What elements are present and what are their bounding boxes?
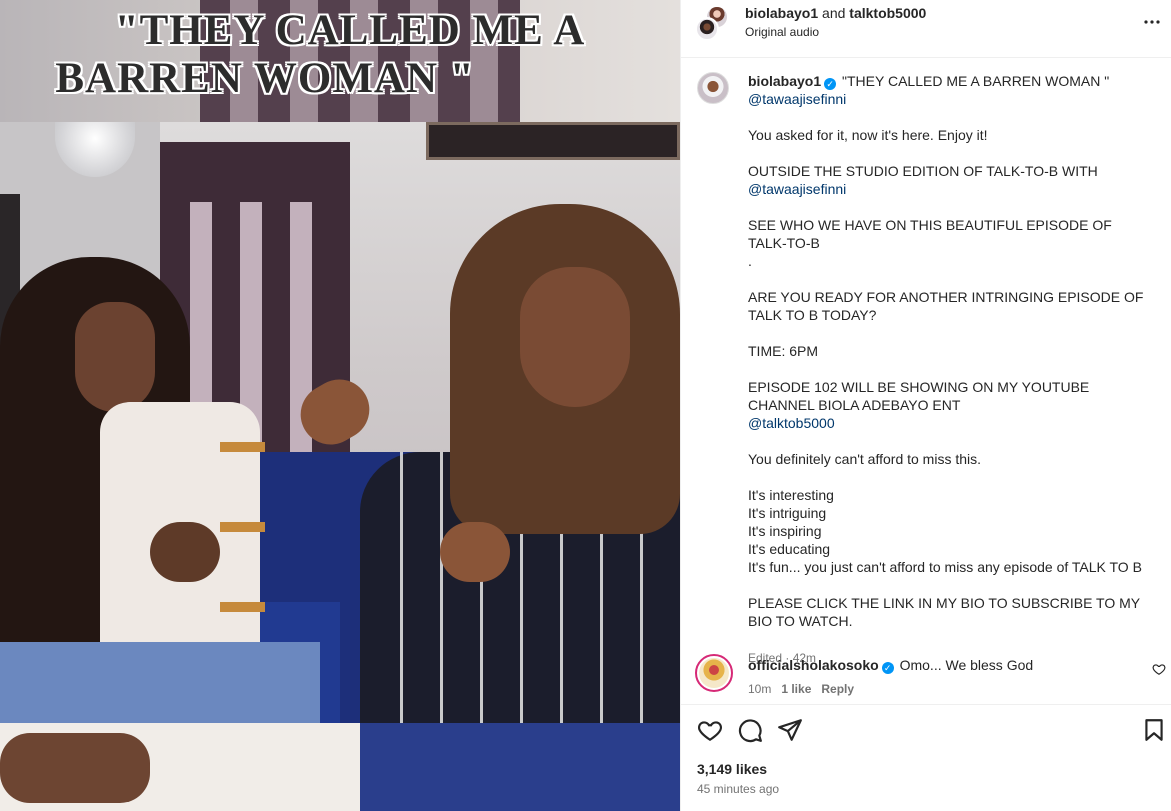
media-bottom-strip bbox=[0, 723, 680, 811]
caption-paragraph: EPISODE 102 WILL BE SHOWING ON MY YOUTUB… bbox=[748, 379, 1094, 413]
username-link[interactable]: talktob5000 bbox=[849, 5, 926, 21]
heart-icon[interactable] bbox=[697, 717, 723, 743]
audio-link[interactable]: Original audio bbox=[745, 25, 819, 39]
collab-avatars[interactable] bbox=[695, 5, 731, 41]
caption-paragraph: You definitely can't afford to miss this… bbox=[748, 451, 982, 467]
video-frame bbox=[0, 122, 680, 723]
username-link[interactable]: officialsholakosoko bbox=[748, 657, 879, 673]
caption-paragraph: ARE YOU READY FOR ANOTHER INTRINGING EPI… bbox=[748, 289, 1148, 323]
caption-title: "THEY CALLED ME A BARREN WOMAN " bbox=[842, 73, 1110, 89]
caption-paragraph: PLEASE CLICK THE LINK IN MY BIO TO SUBSC… bbox=[748, 595, 1144, 629]
media-caption-line1: "THEY CALLED ME A bbox=[114, 7, 586, 54]
username-link[interactable]: biolabayo1 bbox=[745, 5, 818, 21]
avatar[interactable] bbox=[695, 654, 733, 692]
post-header: biolabayo1 and talktob5000 Original audi… bbox=[681, 0, 1171, 58]
reply-button[interactable]: Reply bbox=[821, 682, 854, 696]
action-bar: 3,149 likes 45 minutes ago bbox=[681, 704, 1171, 811]
media-caption-line2: BARREN WOMAN " bbox=[55, 55, 475, 102]
wall-picture bbox=[426, 122, 680, 160]
caption-text: biolabayo1 ✓ "THEY CALLED ME A BARREN WOM… bbox=[748, 72, 1148, 667]
post-comments-area[interactable]: biolabayo1 ✓ "THEY CALLED ME A BARREN WOM… bbox=[681, 58, 1171, 704]
caption-paragraph: You asked for it, now it's here. Enjoy i… bbox=[748, 127, 988, 143]
comment-meta: 10m 1 like Reply bbox=[748, 682, 854, 696]
comment-time: 10m bbox=[748, 682, 772, 696]
username-link[interactable]: biolabayo1 bbox=[748, 73, 821, 89]
caption-paragraph: OUTSIDE THE STUDIO EDITION OF TALK-TO-B … bbox=[748, 163, 1098, 179]
comment-icon[interactable] bbox=[737, 717, 763, 743]
comment-like-icon[interactable] bbox=[1152, 662, 1166, 676]
bookmark-icon[interactable] bbox=[1141, 717, 1167, 743]
mention-link[interactable]: @tawaajisefinni bbox=[748, 91, 846, 107]
comment-text: officialsholakosoko ✓ Omo... We bless God bbox=[748, 657, 1034, 674]
mention-link[interactable]: @talktob5000 bbox=[748, 415, 835, 431]
post-timestamp[interactable]: 45 minutes ago bbox=[697, 782, 779, 796]
collab-usernames: biolabayo1 and talktob5000 bbox=[745, 5, 927, 21]
avatar[interactable] bbox=[697, 72, 729, 104]
likes-count[interactable]: 3,149 likes bbox=[697, 761, 767, 777]
caption-paragraph: SEE WHO WE HAVE ON THIS BEAUTIFUL EPISOD… bbox=[748, 217, 1112, 269]
mention-link[interactable]: @tawaajisefinni bbox=[748, 181, 846, 197]
comment-likes-link[interactable]: 1 like bbox=[781, 682, 811, 696]
post-details-panel: biolabayo1 and talktob5000 Original audi… bbox=[680, 0, 1171, 811]
caption-paragraph: TIME: 6PM bbox=[748, 343, 819, 359]
verified-badge-icon: ✓ bbox=[881, 662, 894, 674]
post-media[interactable]: "THEY CALLED ME A BARREN WOMAN " bbox=[0, 0, 680, 811]
avatar[interactable] bbox=[695, 17, 719, 41]
verified-badge-icon: ✓ bbox=[824, 78, 837, 90]
caption-paragraph: It's interesting It's intriguing It's in… bbox=[748, 487, 1142, 575]
share-icon[interactable] bbox=[777, 717, 803, 743]
comment-item: officialsholakosoko ✓ Omo... We bless God… bbox=[681, 654, 1171, 704]
more-options-icon[interactable] bbox=[1140, 10, 1164, 34]
